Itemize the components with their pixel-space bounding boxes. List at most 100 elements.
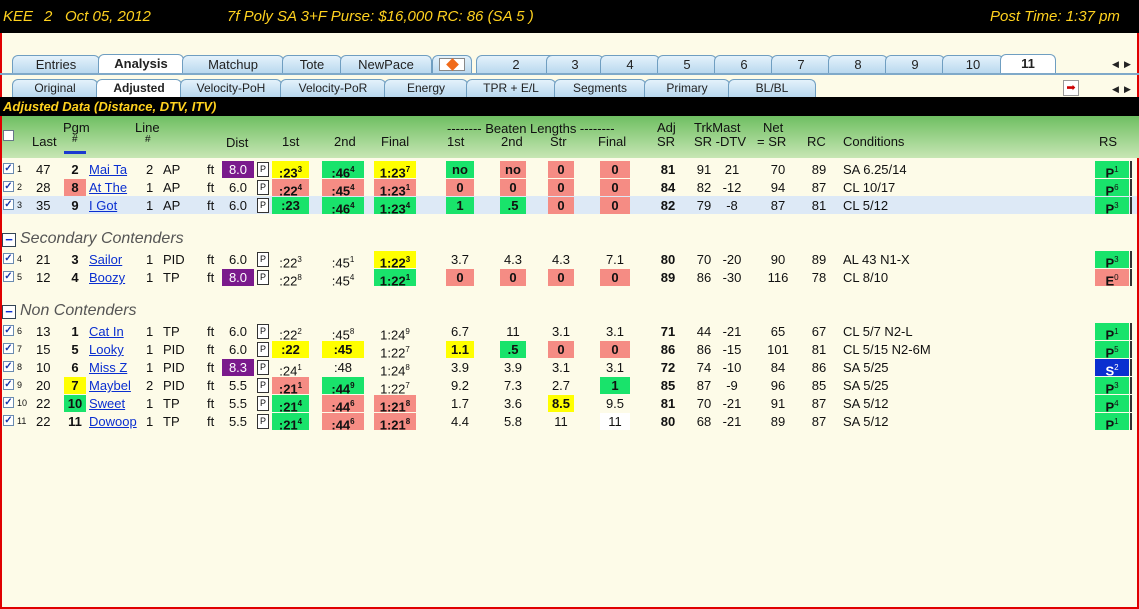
- row-checkbox[interactable]: ✓: [3, 415, 14, 426]
- subtab-adjusted[interactable]: Adjusted: [96, 79, 182, 97]
- program-number: 8: [64, 179, 86, 196]
- table-row[interactable]: ✓ 6 13 1 Cat In 1 TP ft 6.0 P:222:458 1:249 6.7 11 3.…: [2, 322, 1137, 342]
- subtab-energy[interactable]: Energy: [384, 79, 468, 97]
- tab-newpace[interactable]: NewPace: [340, 55, 432, 74]
- tab-race-4[interactable]: 4: [600, 55, 660, 74]
- col-beaten-1st[interactable]: 1st: [447, 134, 464, 149]
- table-row[interactable]: ✓ 7 15 5 Looky 1 PID ft 6.0 P:22:45 1:227 1.1.5 0 0 86…: [2, 340, 1137, 360]
- post-time: Post Time: 1:37 pm: [990, 8, 1120, 25]
- row-checkbox[interactable]: ✓: [3, 379, 14, 390]
- beaten-bf: 0: [600, 269, 630, 286]
- collapse-secondary-icon[interactable]: −: [2, 233, 16, 247]
- horse-name[interactable]: Looky: [89, 341, 124, 358]
- tab-analysis[interactable]: Analysis: [98, 54, 184, 74]
- subtab-segments[interactable]: Segments: [554, 79, 646, 97]
- tab-scroll-right-icon[interactable]: ▶: [1124, 59, 1131, 70]
- horse-name[interactable]: Boozy: [89, 269, 125, 286]
- beaten-b2: 4.3: [503, 252, 523, 267]
- track-code: KEE: [3, 8, 34, 25]
- tab-betting-icon[interactable]: [432, 55, 472, 74]
- subtab-scroll-right-icon[interactable]: ▶: [1124, 84, 1131, 95]
- tab-race-9[interactable]: 9: [885, 55, 945, 74]
- col-second-call[interactable]: 2nd: [334, 134, 356, 149]
- tab-race-11[interactable]: 11: [1000, 54, 1056, 74]
- horse-name[interactable]: Sailor: [89, 251, 122, 268]
- row-checkbox[interactable]: ✓: [3, 361, 14, 372]
- tab-entries[interactable]: Entries: [12, 55, 100, 74]
- col-last[interactable]: Last: [32, 134, 57, 149]
- collapse-non-contenders-icon[interactable]: −: [2, 305, 16, 319]
- running-style-points: 1: [1114, 327, 1119, 336]
- horse-name[interactable]: Mai Ta: [89, 161, 127, 178]
- horse-name[interactable]: Cat In: [89, 323, 124, 340]
- tab-race-3[interactable]: 3: [546, 55, 604, 74]
- table-row[interactable]: ✓ 1 47 2 Mai Ta 2 AP ft 8.0 P:233:464 1:237 no no 0 0 8…: [2, 160, 1137, 180]
- row-checkbox[interactable]: ✓: [3, 325, 14, 336]
- column-header: Last Pgm # Line # Dist 1st 2nd Final ---…: [2, 116, 1139, 158]
- table-row[interactable]: ✓ 2 28 8 At The 1 AP ft 6.0 P:224:454 1:231 0 0 0 0 84 8…: [2, 178, 1137, 198]
- col-first-call[interactable]: 1st: [282, 134, 299, 149]
- subtab-tpr-el[interactable]: TPR + E/L: [466, 79, 556, 97]
- first-call-time: :211: [272, 377, 309, 396]
- conditions: SA 5/12: [843, 414, 889, 429]
- tab-scroll-left-icon[interactable]: ◀: [1112, 59, 1119, 70]
- tab-race-10[interactable]: 10: [942, 55, 1004, 74]
- subtab-velocity-poh[interactable]: Velocity-PoH: [180, 79, 282, 97]
- table-row[interactable]: ✓ 3 35 9 I Got 1 AP ft 6.0 P:23:464 1:234 1.5 0 0 82 79…: [2, 196, 1137, 216]
- table-row[interactable]: ✓ 11 22 11 Dowoop 1 TP ft 5.5 P:214:446 1:218 4.4 5.…: [2, 412, 1137, 432]
- horse-name[interactable]: Dowoop: [89, 413, 137, 430]
- horse-name[interactable]: Miss Z: [89, 359, 127, 376]
- row-checkbox[interactable]: ✓: [3, 163, 14, 174]
- rc-value: 86: [811, 360, 827, 375]
- col-dist[interactable]: Dist: [226, 135, 248, 150]
- row-checkbox[interactable]: ✓: [3, 253, 14, 264]
- table-row[interactable]: ✓ 10 22 10 Sweet 1 TP ft 5.5 P:214:446 1:218 1.7 3.6…: [2, 394, 1137, 414]
- col-trkmast-sub: SR -DTV: [694, 134, 746, 149]
- net-sr: 116: [767, 270, 789, 285]
- tab-race-5[interactable]: 5: [657, 55, 717, 74]
- export-icon[interactable]: ➡: [1063, 80, 1079, 96]
- select-all-checkbox[interactable]: [3, 130, 14, 141]
- beaten-bf: 11: [600, 413, 630, 430]
- col-final-time[interactable]: Final: [381, 134, 409, 149]
- subtab-blbl[interactable]: BL/BL: [728, 79, 816, 97]
- row-checkbox[interactable]: ✓: [3, 397, 14, 408]
- tab-race-7[interactable]: 7: [771, 55, 831, 74]
- col-rc[interactable]: RC: [807, 134, 826, 149]
- col-adj[interactable]: Adj: [657, 120, 676, 135]
- row-checkbox[interactable]: ✓: [3, 343, 14, 354]
- row-checkbox[interactable]: ✓: [3, 181, 14, 192]
- horse-name[interactable]: I Got: [89, 197, 117, 214]
- horse-name[interactable]: At The: [89, 179, 127, 196]
- subtab-velocity-por[interactable]: Velocity-PoR: [280, 79, 386, 97]
- col-conditions[interactable]: Conditions: [843, 134, 904, 149]
- track-condition: ft: [207, 324, 215, 339]
- horse-name[interactable]: Sweet: [89, 395, 125, 412]
- col-trkmast[interactable]: TrkMast: [694, 120, 740, 135]
- rs-divider: [1130, 269, 1132, 286]
- time-fraction: 4: [350, 165, 355, 174]
- col-net[interactable]: Net: [763, 120, 783, 135]
- col-beaten-2nd[interactable]: 2nd: [501, 134, 523, 149]
- tab-race-8[interactable]: 8: [828, 55, 888, 74]
- table-row[interactable]: ✓ 8 10 6 Miss Z 1 PID ft 8.3 P:241:48 1:248 3.9 3.9 3…: [2, 358, 1137, 378]
- subtab-scroll-left-icon[interactable]: ◀: [1112, 84, 1119, 95]
- tab-race-6[interactable]: 6: [714, 55, 774, 74]
- col-line[interactable]: Line: [135, 120, 160, 135]
- col-pgm[interactable]: Pgm: [63, 120, 90, 135]
- col-beaten-final[interactable]: Final: [598, 134, 626, 149]
- horse-name[interactable]: Maybel: [89, 377, 131, 394]
- row-checkbox[interactable]: ✓: [3, 271, 14, 282]
- table-row[interactable]: ✓ 4 21 3 Sailor 1 PID ft 6.0 P:223:451 1:223 3.7 4.3…: [2, 250, 1137, 270]
- table-row[interactable]: ✓ 5 12 4 Boozy 1 TP ft 8.0 P:228:454 1:221 0 0 0 0 89 86…: [2, 268, 1137, 288]
- tab-tote[interactable]: Tote: [282, 55, 342, 74]
- subtab-original[interactable]: Original: [12, 79, 98, 97]
- col-beaten-str[interactable]: Str: [550, 134, 567, 149]
- tab-matchup[interactable]: Matchup: [182, 55, 284, 74]
- subtab-primary[interactable]: Primary: [644, 79, 730, 97]
- row-checkbox[interactable]: ✓: [3, 199, 14, 210]
- col-rs[interactable]: RS: [1099, 134, 1117, 149]
- final-time: 1:227: [380, 381, 410, 397]
- table-row[interactable]: ✓ 9 20 7 Maybel 2 PID ft 5.5 P:211:449 1:227 9.2 7.3…: [2, 376, 1137, 397]
- tab-race-2[interactable]: 2: [476, 55, 556, 74]
